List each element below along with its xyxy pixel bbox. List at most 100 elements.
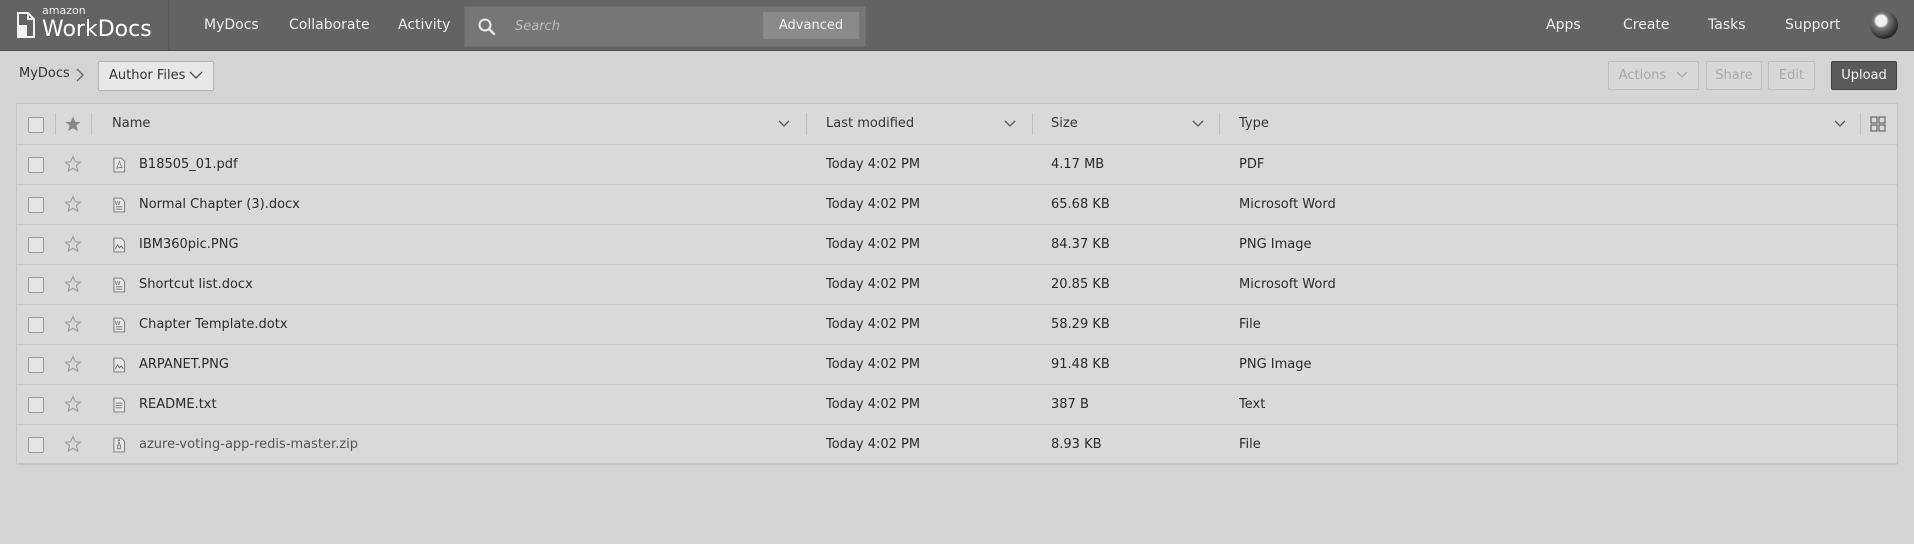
word-file-icon: W — [113, 277, 126, 293]
size-cell: 8.93 KB — [1051, 437, 1102, 452]
row-checkbox[interactable] — [28, 237, 44, 253]
size-cell: 58.29 KB — [1051, 317, 1110, 332]
nav-apps[interactable]: Apps — [1546, 0, 1581, 50]
last-modified-cell: Today 4:02 PM — [826, 397, 921, 412]
star-icon[interactable] — [64, 435, 82, 453]
nav-mydocs[interactable]: MyDocs — [204, 0, 259, 50]
star-icon[interactable] — [64, 155, 82, 173]
actions-button[interactable]: Actions — [1608, 61, 1699, 90]
star-header-icon[interactable] — [64, 115, 82, 133]
file-name-link[interactable]: Chapter Template.dotx — [139, 305, 288, 344]
last-modified-cell: Today 4:02 PM — [826, 357, 921, 372]
table-row[interactable]: IBM360pic.PNG Today 4:02 PM 84.37 KB PNG Im… — [17, 225, 1897, 265]
size-cell: 4.17 MB — [1051, 157, 1105, 172]
last-modified-cell: Today 4:02 PM — [826, 197, 921, 212]
last-modified-cell: Today 4:02 PM — [826, 237, 921, 252]
column-divider — [1860, 113, 1861, 135]
row-checkbox[interactable] — [28, 157, 44, 173]
divider — [168, 0, 169, 50]
logo-amazon-text: amazon — [42, 4, 86, 17]
nav-tasks[interactable]: Tasks — [1708, 0, 1746, 50]
type-cell: Microsoft Word — [1239, 277, 1336, 292]
edit-button[interactable]: Edit — [1768, 61, 1815, 90]
search-box[interactable]: Search Advanced — [464, 6, 866, 47]
file-name-link[interactable]: azure-voting-app-redis-master.zip — [139, 425, 358, 464]
star-icon[interactable] — [64, 195, 82, 213]
star-icon[interactable] — [64, 355, 82, 373]
avatar[interactable] — [1870, 11, 1898, 39]
type-cell: Text — [1239, 397, 1266, 412]
chevron-down-icon — [1676, 71, 1688, 78]
file-name-link[interactable]: README.txt — [139, 385, 217, 424]
file-name-link[interactable]: IBM360pic.PNG — [139, 225, 239, 264]
nav-support[interactable]: Support — [1785, 0, 1840, 50]
upload-button[interactable]: Upload — [1831, 61, 1897, 90]
table-row[interactable]: ARPANET.PNG Today 4:02 PM 91.48 KB PNG Imag… — [17, 345, 1897, 385]
column-header-name[interactable]: Name — [112, 104, 150, 144]
size-cell: 91.48 KB — [1051, 357, 1110, 372]
file-name-link[interactable]: Normal Chapter (3).docx — [139, 185, 300, 224]
grid-view-icon[interactable] — [1870, 116, 1886, 132]
nav-create[interactable]: Create — [1623, 0, 1670, 50]
table-header: Name Last modified Size Type — [17, 104, 1897, 145]
column-divider — [91, 113, 92, 135]
star-icon[interactable] — [64, 275, 82, 293]
column-divider — [1032, 113, 1033, 135]
word-file-icon: W — [113, 197, 126, 213]
svg-text:W: W — [115, 281, 121, 287]
actions-label: Actions — [1618, 68, 1667, 83]
breadcrumb-root[interactable]: MyDocs — [19, 66, 70, 81]
table-row[interactable]: W Normal Chapter (3).docx Today 4:02 PM 65.… — [17, 185, 1897, 225]
select-all-checkbox[interactable] — [28, 117, 44, 133]
chevron-down-icon[interactable] — [1192, 120, 1204, 128]
chevron-down-icon[interactable] — [1834, 120, 1846, 128]
file-name-link[interactable]: Shortcut list.docx — [139, 265, 253, 304]
table-row[interactable]: azure-voting-app-redis-master.zip Today 4… — [17, 425, 1897, 465]
share-button[interactable]: Share — [1706, 61, 1762, 90]
size-cell: 387 B — [1051, 397, 1089, 412]
table-row[interactable]: W Chapter Template.dotx Today 4:02 PM 58.29… — [17, 305, 1897, 345]
folder-dropdown[interactable]: Author Files — [98, 61, 214, 91]
word-file-icon: W — [113, 317, 126, 333]
chevron-down-icon[interactable] — [1004, 120, 1016, 128]
table-row[interactable]: README.txt Today 4:02 PM 387 B Text — [17, 385, 1897, 425]
svg-text:W: W — [115, 201, 121, 207]
search-input[interactable]: Search — [515, 7, 560, 46]
last-modified-cell: Today 4:02 PM — [826, 437, 921, 452]
chevron-down-icon[interactable] — [778, 120, 790, 128]
column-header-type[interactable]: Type — [1239, 104, 1269, 144]
nav-activity[interactable]: Activity — [398, 0, 450, 50]
last-modified-cell: Today 4:02 PM — [826, 317, 921, 332]
pdf-file-icon — [113, 157, 126, 173]
size-cell: 65.68 KB — [1051, 197, 1110, 212]
chevron-down-icon — [189, 71, 203, 79]
type-cell: PNG Image — [1239, 357, 1312, 372]
row-checkbox[interactable] — [28, 437, 44, 453]
row-checkbox[interactable] — [28, 397, 44, 413]
star-icon[interactable] — [64, 315, 82, 333]
row-checkbox[interactable] — [28, 317, 44, 333]
nav-collaborate[interactable]: Collaborate — [289, 0, 370, 50]
row-checkbox[interactable] — [28, 277, 44, 293]
row-checkbox[interactable] — [28, 197, 44, 213]
type-cell: Microsoft Word — [1239, 197, 1336, 212]
type-cell: File — [1239, 317, 1261, 332]
text-file-icon — [113, 397, 126, 413]
column-header-size[interactable]: Size — [1051, 104, 1078, 144]
file-table: Name Last modified Size Type B18505_01.p… — [16, 103, 1898, 465]
column-divider — [806, 113, 807, 135]
advanced-search-button[interactable]: Advanced — [763, 12, 859, 39]
file-name-link[interactable]: B18505_01.pdf — [139, 145, 238, 184]
size-cell: 20.85 KB — [1051, 277, 1110, 292]
table-row[interactable]: B18505_01.pdf Today 4:02 PM 4.17 MB PDF — [17, 145, 1897, 185]
workdocs-logo[interactable]: amazon WorkDocs — [16, 4, 152, 43]
search-icon — [478, 18, 496, 36]
column-divider — [55, 113, 56, 135]
row-checkbox[interactable] — [28, 357, 44, 373]
column-header-last-modified[interactable]: Last modified — [826, 104, 914, 144]
table-row[interactable]: W Shortcut list.docx Today 4:02 PM 20.85 KB… — [17, 265, 1897, 305]
last-modified-cell: Today 4:02 PM — [826, 277, 921, 292]
star-icon[interactable] — [64, 235, 82, 253]
file-name-link[interactable]: ARPANET.PNG — [139, 345, 229, 384]
star-icon[interactable] — [64, 395, 82, 413]
